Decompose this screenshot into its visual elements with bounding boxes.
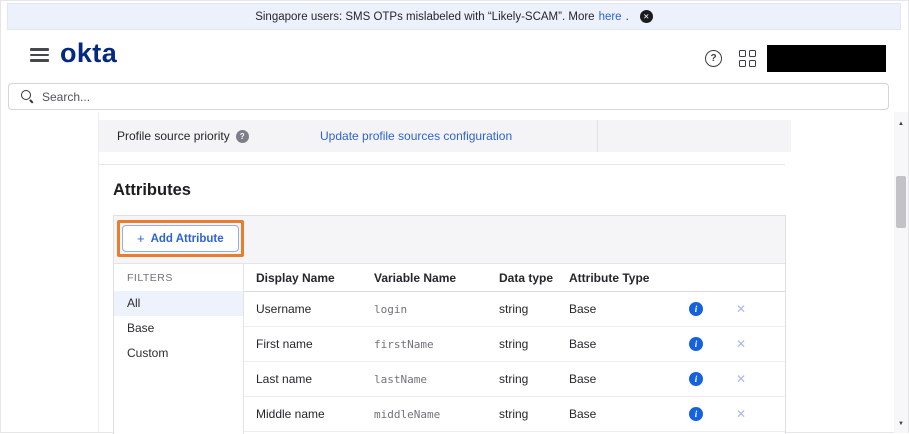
attributes-table: Display Name Variable Name Data type Att… <box>243 264 785 434</box>
col-display-name: Display Name <box>244 271 374 285</box>
remove-icon[interactable]: ✕ <box>736 407 746 421</box>
scroll-up-icon[interactable]: ▲ <box>894 121 908 127</box>
table-header-row: Display Name Variable Name Data type Att… <box>244 264 785 292</box>
apps-grid-icon[interactable] <box>739 50 756 67</box>
menu-icon[interactable] <box>30 48 49 65</box>
search-icon <box>21 90 34 103</box>
table-row: Middle name middleName string Base i ✕ <box>244 397 785 432</box>
attr-display-name: First name <box>244 337 374 351</box>
update-profile-sources-link[interactable]: Update profile sources configuration <box>320 129 512 143</box>
redacted-account-info <box>767 45 886 72</box>
banner-here-link[interactable]: here <box>599 11 622 23</box>
attr-variable-name: middleName <box>374 408 499 421</box>
filter-item-base[interactable]: Base <box>114 316 243 341</box>
filters-label: FILTERS <box>114 272 243 291</box>
profile-source-priority-label: Profile source priority <box>117 129 230 143</box>
attr-type: Base <box>569 302 679 316</box>
attr-type: Base <box>569 337 679 351</box>
section-divider <box>99 164 785 165</box>
attr-data-type: string <box>499 302 569 316</box>
attr-variable-name: firstName <box>374 338 499 351</box>
attributes-heading: Attributes <box>113 181 191 200</box>
attr-display-name: Last name <box>244 372 374 386</box>
attr-display-name: Middle name <box>244 407 374 421</box>
col-attribute-type: Attribute Type <box>569 271 679 285</box>
info-icon[interactable]: i <box>689 302 703 316</box>
profile-source-help-icon[interactable]: ? <box>236 130 249 143</box>
attr-display-name: Username <box>244 302 374 316</box>
okta-logo: okta <box>60 40 117 67</box>
banner-close-icon[interactable]: ✕ <box>640 10 653 23</box>
table-row: Last name lastName string Base i ✕ <box>244 362 785 397</box>
plus-icon: + <box>137 231 145 246</box>
table-row: Username login string Base i ✕ <box>244 292 785 327</box>
scroll-down-icon[interactable]: ▼ <box>894 421 908 427</box>
profile-source-priority-row: Profile source priority ? Update profile… <box>99 120 791 152</box>
remove-icon[interactable]: ✕ <box>736 337 746 351</box>
add-attribute-button[interactable]: + Add Attribute <box>122 225 239 252</box>
attr-type: Base <box>569 372 679 386</box>
annotation-highlight-box: + Add Attribute <box>117 220 244 257</box>
attr-variable-name: login <box>374 303 499 316</box>
attributes-panel: + Add Attribute FILTERS All Base Custom … <box>113 215 786 434</box>
vertical-scrollbar[interactable]: ▲ ▼ <box>894 112 908 433</box>
attr-variable-name: lastName <box>374 373 499 386</box>
content-divider <box>98 112 99 433</box>
info-icon[interactable]: i <box>689 372 703 386</box>
table-row: First name firstName string Base i ✕ <box>244 327 785 362</box>
attr-data-type: string <box>499 337 569 351</box>
banner-message-suffix: . <box>626 11 629 23</box>
col-variable-name: Variable Name <box>374 271 499 285</box>
add-attribute-label: Add Attribute <box>151 233 224 245</box>
attr-data-type: string <box>499 372 569 386</box>
info-icon[interactable]: i <box>689 337 703 351</box>
notification-banner: Singapore users: SMS OTPs mislabeled wit… <box>7 3 901 30</box>
attr-data-type: string <box>499 407 569 421</box>
col-data-type: Data type <box>499 271 569 285</box>
scrollbar-thumb[interactable] <box>896 176 906 228</box>
filter-item-all[interactable]: All <box>114 291 243 316</box>
filters-sidebar: FILTERS All Base Custom <box>114 264 243 434</box>
search-input[interactable]: Search... <box>8 83 889 110</box>
search-placeholder: Search... <box>42 90 90 104</box>
help-icon[interactable]: ? <box>705 50 722 67</box>
remove-icon[interactable]: ✕ <box>736 372 746 386</box>
attr-type: Base <box>569 407 679 421</box>
remove-icon[interactable]: ✕ <box>736 302 746 316</box>
attributes-toolbar: + Add Attribute <box>114 216 785 264</box>
filter-item-custom[interactable]: Custom <box>114 341 243 366</box>
column-divider <box>597 120 598 152</box>
banner-message: Singapore users: SMS OTPs mislabeled wit… <box>255 11 594 23</box>
info-icon[interactable]: i <box>689 407 703 421</box>
